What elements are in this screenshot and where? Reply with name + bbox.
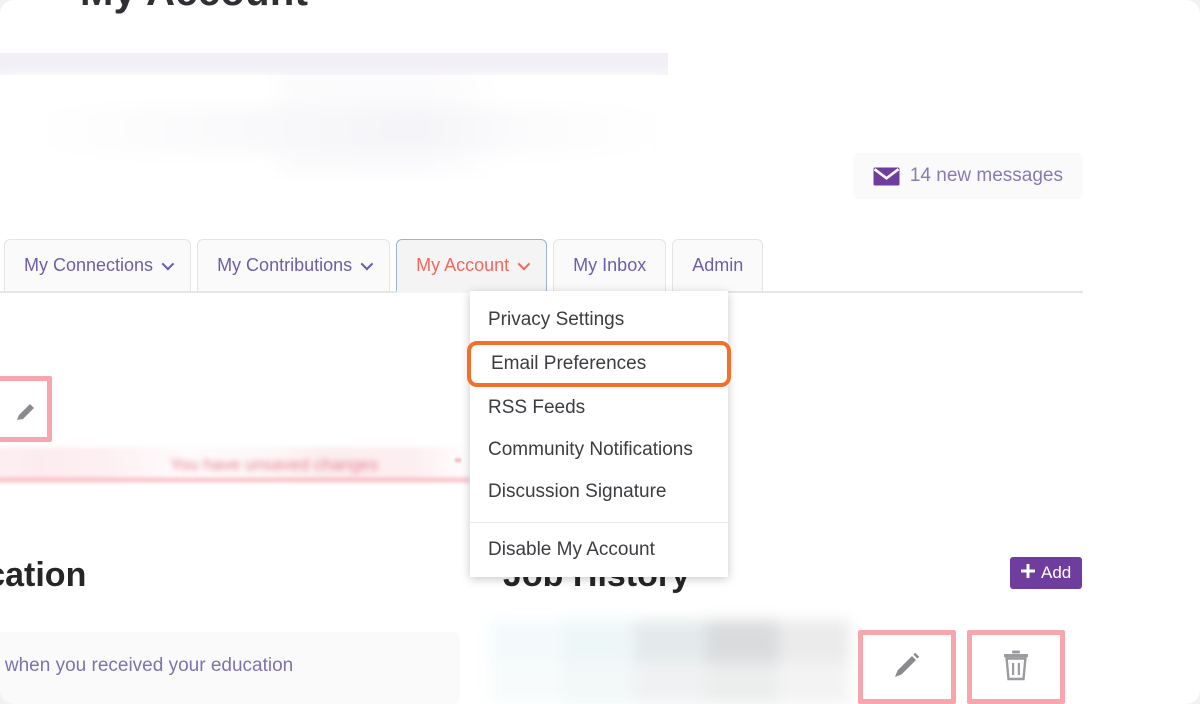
add-job-button[interactable]: Add: [1010, 557, 1083, 589]
faded-content-band: [0, 75, 668, 175]
my-account-dropdown-menu: Privacy Settings Email Preferences RSS F…: [467, 291, 731, 577]
tab-my-connections[interactable]: My Connections: [4, 239, 192, 291]
tab-label: My Inbox: [573, 255, 647, 275]
menu-item-rss-feeds[interactable]: RSS Feeds: [470, 387, 728, 429]
edit-job-button[interactable]: [858, 630, 956, 704]
chevron-down-icon: [360, 257, 374, 271]
menu-item-discussion-signature[interactable]: Discussion Signature: [470, 471, 728, 513]
add-job-button-label: Add: [1041, 563, 1072, 582]
tab-admin[interactable]: Admin: [672, 239, 764, 291]
envelope-icon: [873, 167, 900, 186]
trash-icon: [1001, 649, 1031, 686]
new-messages-badge[interactable]: 14 new messages: [852, 153, 1083, 199]
alert-banner-text: You have unsaved changes: [170, 455, 379, 474]
table-row: [490, 662, 850, 704]
education-empty-state-card: Tell others where and when you received …: [0, 632, 460, 704]
tab-label: My Contributions: [217, 255, 353, 275]
education-empty-state-message: Tell others where and when you received …: [0, 655, 294, 676]
faded-header-region: My Account: [0, 0, 668, 180]
faded-strip: [0, 53, 668, 75]
pencil-icon: [890, 648, 924, 687]
menu-item-privacy-settings[interactable]: Privacy Settings: [470, 299, 728, 341]
main-tabbar: My Connections My Contributions My Accou…: [0, 239, 1083, 293]
menu-item-email-preferences[interactable]: Email Preferences: [467, 341, 731, 387]
new-messages-label: 14 new messages: [909, 165, 1063, 186]
table-row: [490, 620, 850, 662]
chevron-down-icon: [161, 257, 175, 271]
chevron-down-icon: [517, 257, 531, 271]
tab-my-inbox[interactable]: My Inbox: [553, 239, 667, 291]
education-section-heading: Education: [0, 556, 87, 594]
delete-job-button[interactable]: [967, 630, 1065, 704]
tab-label: My Connections: [24, 255, 154, 275]
alert-banner-trailing: ": [455, 455, 462, 474]
job-history-table-blurred: [490, 620, 850, 704]
job-row-actions: [858, 630, 1065, 704]
tab-my-contributions[interactable]: My Contributions: [197, 239, 391, 291]
edit-button-clipped[interactable]: [0, 376, 52, 442]
page-window: My Account 14 new messages My Connection…: [0, 0, 1200, 704]
plus-icon: [1021, 563, 1035, 583]
tab-my-account[interactable]: My Account: [396, 239, 548, 293]
tab-label: My Account: [416, 255, 510, 275]
tab-label: Admin: [692, 255, 744, 275]
menu-item-disable-my-account[interactable]: Disable My Account: [470, 523, 728, 577]
menu-item-community-notifications[interactable]: Community Notifications: [470, 429, 728, 471]
clipped-page-title: My Account: [80, 0, 308, 15]
pencil-icon: [13, 399, 39, 430]
